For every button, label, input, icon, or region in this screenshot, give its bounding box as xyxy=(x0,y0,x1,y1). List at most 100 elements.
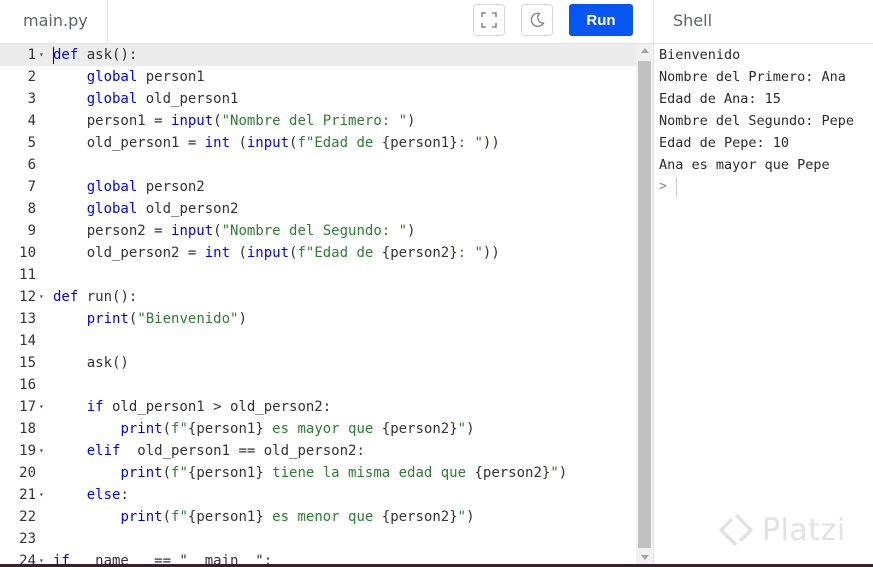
run-button[interactable]: Run xyxy=(569,4,633,36)
code-text: def ask(): xyxy=(53,44,137,66)
code-token: else xyxy=(86,487,121,503)
line-number: 17 xyxy=(19,399,36,415)
line-number: 14 xyxy=(19,333,36,349)
shell-input-caret[interactable] xyxy=(676,177,677,197)
line-number: 3 xyxy=(27,91,36,107)
code-token: ask() xyxy=(53,355,129,371)
fullscreen-button[interactable] xyxy=(473,4,505,36)
code-token: {person2} xyxy=(381,245,458,261)
line-number: 10 xyxy=(19,245,36,261)
chevron-down-icon[interactable]: ▾ xyxy=(39,484,44,506)
code-text: print(f"{person1} es mayor que {person2}… xyxy=(53,418,475,440)
code-token: "Nombre del Segundo: " xyxy=(221,223,408,239)
code-token: input xyxy=(246,135,290,151)
code-token: " xyxy=(457,509,467,525)
chevron-down-icon[interactable]: ▾ xyxy=(39,286,44,308)
code-token: ( xyxy=(213,113,222,129)
code-token: ( xyxy=(230,135,247,151)
code-token: global xyxy=(86,91,138,107)
code-line[interactable]: 11 xyxy=(0,264,636,286)
code-line[interactable]: 1 ▾ def ask(): xyxy=(0,44,636,66)
code-line[interactable]: 12 ▾ def run(): xyxy=(0,286,636,308)
code-line[interactable]: 17 ▾ if old_person1 > old_person2: xyxy=(0,396,636,418)
code-line[interactable]: 9 person2 = input("Nombre del Segundo: "… xyxy=(0,220,636,242)
code-token: "Nombre del Primero: " xyxy=(221,113,408,129)
code-token: " xyxy=(457,421,467,437)
chevron-down-icon[interactable]: ▾ xyxy=(39,396,44,418)
code-line[interactable]: 14 xyxy=(0,330,636,352)
code-token: " xyxy=(550,465,559,481)
tab-main-py[interactable]: main.py xyxy=(0,0,108,44)
code-line[interactable]: 23 xyxy=(0,528,636,550)
code-text: elif old_person1 == old_person2: xyxy=(53,440,365,462)
code-text: else: xyxy=(53,484,129,506)
line-number: 6 xyxy=(27,157,36,173)
code-token: ( xyxy=(162,509,172,525)
code-token: global xyxy=(86,69,138,85)
shell-prompt: > xyxy=(659,179,667,194)
code-line[interactable]: 6 xyxy=(0,154,636,176)
scroll-up-arrow-icon[interactable] xyxy=(641,48,649,53)
code-line[interactable]: 5 old_person1 = int (input(f"Edad de {pe… xyxy=(0,132,636,154)
code-token: old_person1 > old_person2: xyxy=(103,399,332,415)
chevron-down-icon[interactable]: ▾ xyxy=(39,440,44,462)
code-editor[interactable]: 1 ▾ def ask(): 2 global person1 3 global old… xyxy=(0,44,653,567)
line-number: 2 xyxy=(27,69,36,85)
code-line[interactable]: 16 xyxy=(0,374,636,396)
code-line[interactable]: 19 ▾ elif old_person1 == old_person2: xyxy=(0,440,636,462)
code-line[interactable]: 10 old_person2 = int (input(f"Edad de {p… xyxy=(0,242,636,264)
code-line[interactable]: 3 global old_person1 xyxy=(0,88,636,110)
code-token: tiene la misma edad que xyxy=(263,465,475,481)
line-number: 15 xyxy=(19,355,36,371)
code-token: ) xyxy=(558,465,568,481)
code-token: {person1} xyxy=(381,135,458,151)
code-token: f"Edad de xyxy=(297,245,382,261)
code-line[interactable]: 18 print(f"{person1} es mayor que {perso… xyxy=(0,418,636,440)
editor-scrollbar-thumb[interactable] xyxy=(638,61,651,548)
code-token: ( xyxy=(213,223,222,239)
code-line[interactable]: 4 person1 = input("Nombre del Primero: "… xyxy=(0,110,636,132)
code-token: : " xyxy=(457,245,483,261)
code-token: ) xyxy=(407,113,416,129)
shell-output-line: Bienvenido xyxy=(659,47,741,63)
line-number: 19 xyxy=(19,443,36,459)
tab-shell[interactable]: Shell xyxy=(653,0,873,44)
code-line[interactable]: 21 ▾ else: xyxy=(0,484,636,506)
code-text: if old_person1 > old_person2: xyxy=(53,396,331,418)
code-token: global xyxy=(86,179,138,195)
code-token: old_person1 xyxy=(137,91,239,107)
code-token: int xyxy=(204,135,231,151)
code-line[interactable]: 22 print(f"{person1} es menor que {perso… xyxy=(0,506,636,528)
line-number: 5 xyxy=(27,135,36,151)
code-line[interactable]: 2 global person1 xyxy=(0,66,636,88)
scroll-down-arrow-icon[interactable] xyxy=(641,555,649,560)
code-token: print xyxy=(120,465,163,481)
code-token: input xyxy=(171,223,214,239)
code-token: elif xyxy=(86,443,121,459)
code-token: ) xyxy=(466,421,475,437)
code-line[interactable]: 13 print("Bienvenido") xyxy=(0,308,636,330)
theme-toggle-button[interactable] xyxy=(521,4,553,36)
code-line[interactable]: 8 global old_person2 xyxy=(0,198,636,220)
code-token: def xyxy=(53,47,79,63)
code-token: person2 xyxy=(137,179,205,195)
shell-output-line: Edad de Ana: 15 xyxy=(659,91,781,107)
code-token: def xyxy=(53,289,79,305)
code-token: run(): xyxy=(78,289,138,305)
platzi-logo-icon xyxy=(719,513,753,547)
code-token: f" xyxy=(171,465,188,481)
code-token: ) xyxy=(466,509,475,525)
line-number: 8 xyxy=(27,201,36,217)
code-token: old_person2 = xyxy=(53,245,205,261)
shell-tab-label: Shell xyxy=(673,11,713,30)
shell-output-panel[interactable]: Bienvenido Nombre del Primero: Ana Edad de… xyxy=(653,44,873,567)
code-token: global xyxy=(86,201,138,217)
code-line[interactable]: 15 ask() xyxy=(0,352,636,374)
code-line[interactable]: 20 print(f"{person1} tiene la misma edad… xyxy=(0,462,636,484)
chevron-down-icon[interactable]: ▾ xyxy=(39,44,44,66)
code-line[interactable]: 7 global person2 xyxy=(0,176,636,198)
